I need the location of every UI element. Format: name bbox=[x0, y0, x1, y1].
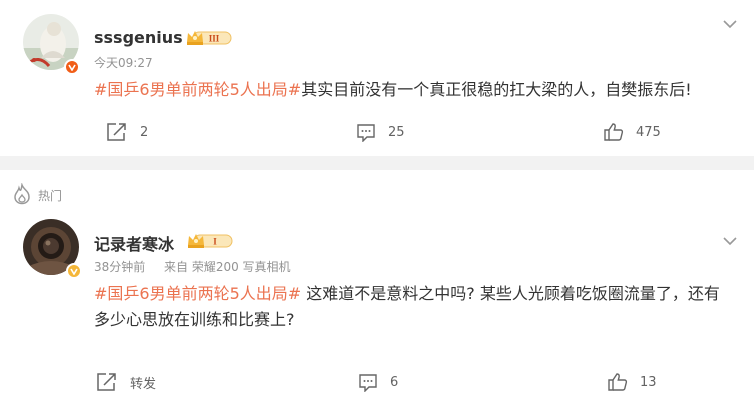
topic-link[interactable]: #国乒6男单前两轮5人出局# bbox=[94, 284, 301, 303]
hot-label: 热门 bbox=[38, 189, 63, 203]
svg-text:III: III bbox=[209, 34, 220, 44]
forward-button[interactable]: 转发 bbox=[96, 370, 156, 394]
forward-count: 2 bbox=[140, 124, 149, 140]
level-badge: III bbox=[185, 29, 233, 47]
level-badge: I bbox=[186, 232, 234, 250]
comment-text: #国乒6男单前两轮5人出局# 这难道不是意料之中吗? 某些人光顾着吃饭圈流量了，… bbox=[94, 281, 734, 333]
forward-button[interactable]: 2 bbox=[106, 120, 148, 144]
timestamp: 38分钟前 bbox=[94, 260, 146, 274]
like-button[interactable]: 475 bbox=[603, 120, 661, 144]
hot-section-header: 热门 bbox=[0, 170, 754, 214]
forward-icon bbox=[107, 123, 126, 141]
like-button[interactable]: 13 bbox=[607, 370, 657, 394]
thumbs-up-icon bbox=[604, 123, 624, 141]
verified-gold-icon bbox=[66, 263, 82, 279]
comment-card: 记录者寒冰 I 38分钟前 来自 荣耀200 写真相机 #国乒6男单前两轮5人出… bbox=[0, 214, 754, 400]
action-bar: 2 25 475 bbox=[0, 120, 754, 144]
svg-text:I: I bbox=[213, 237, 217, 247]
comment-button[interactable]: 25 bbox=[356, 120, 405, 144]
timestamp: 今天09:27 bbox=[94, 56, 153, 70]
thumbs-up-icon bbox=[608, 373, 628, 391]
verified-orange-icon bbox=[64, 59, 80, 75]
like-count: 475 bbox=[636, 124, 661, 140]
forward-label: 转发 bbox=[130, 376, 157, 392]
flame-icon bbox=[14, 183, 30, 205]
post-source: 来自 荣耀200 写真相机 bbox=[164, 260, 291, 274]
comment-count: 25 bbox=[388, 124, 405, 140]
comment-count: 6 bbox=[390, 374, 399, 390]
comment-card: sssgenius III 今天09:27 #国乒6男单前两轮5人出局#其实目前… bbox=[0, 0, 754, 156]
chevron-down-icon[interactable] bbox=[722, 231, 738, 246]
section-divider bbox=[0, 156, 754, 170]
comment-icon bbox=[357, 123, 375, 142]
comment-button[interactable]: 6 bbox=[358, 370, 398, 394]
topic-link[interactable]: #国乒6男单前两轮5人出局# bbox=[94, 80, 301, 99]
comment-body: 其实目前没有一个真正很稳的扛大梁的人，自樊振东后! bbox=[301, 80, 692, 99]
username[interactable]: sssgenius bbox=[94, 28, 183, 47]
username[interactable]: 记录者寒冰 bbox=[94, 231, 174, 255]
comment-text: #国乒6男单前两轮5人出局#其实目前没有一个真正很稳的扛大梁的人，自樊振东后! bbox=[94, 77, 734, 103]
forward-icon bbox=[97, 373, 116, 391]
chevron-down-icon[interactable] bbox=[722, 14, 738, 29]
like-count: 13 bbox=[640, 374, 657, 390]
comment-icon bbox=[359, 373, 377, 392]
action-bar: 转发 6 13 bbox=[0, 370, 754, 394]
